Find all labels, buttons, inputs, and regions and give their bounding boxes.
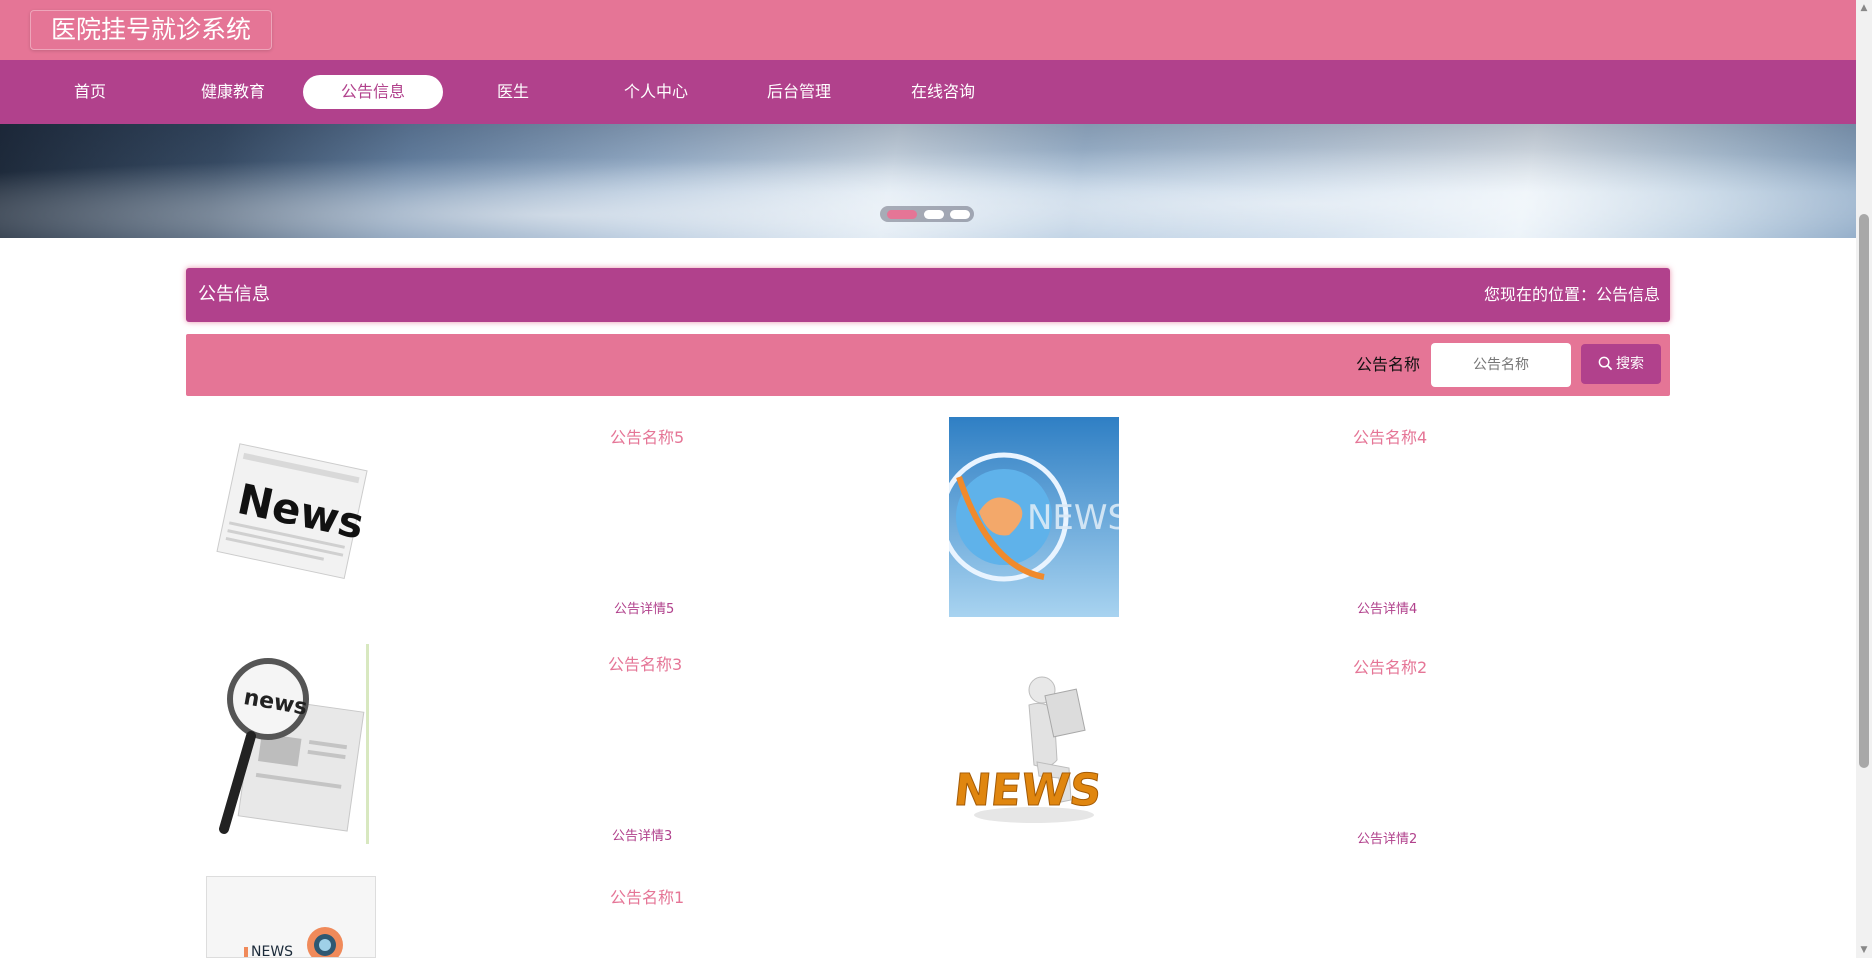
notice-detail-3: 公告详情3 <box>612 829 673 844</box>
carousel-dot-3[interactable] <box>950 210 970 219</box>
notice-image-1[interactable]: NEWS <box>206 876 376 958</box>
nav-item-admin[interactable]: 后台管理 <box>729 75 869 109</box>
nav-item-announcements[interactable]: 公告信息 <box>303 75 443 109</box>
figure-reading-news-icon: NEWS <box>951 676 1104 823</box>
breadcrumb: 您现在的位置：公告信息 <box>1483 285 1660 304</box>
main-nav: 首页 健康教育 公告信息 医生 个人中心 后台管理 在线咨询 <box>0 60 1856 124</box>
section-title-bar: 公告信息 您现在的位置：公告信息 <box>186 268 1670 322</box>
notice-detail-2: 公告详情2 <box>1357 832 1418 847</box>
scroll-thumb[interactable] <box>1859 214 1869 768</box>
svg-text:NEWS: NEWS <box>952 765 1104 816</box>
notice-image-4[interactable]: NEWS <box>949 417 1119 617</box>
notice-title-5[interactable]: 公告名称5 <box>610 424 684 448</box>
notice-title-3[interactable]: 公告名称3 <box>608 651 682 675</box>
banner-carousel <box>0 124 1856 238</box>
notice-detail-4: 公告详情4 <box>1357 602 1418 617</box>
nav-item-doctors[interactable]: 医生 <box>443 75 583 109</box>
nav-item-online-consult[interactable]: 在线咨询 <box>873 75 1013 109</box>
search-label: 公告名称 <box>1356 355 1421 374</box>
globe-news-icon: NEWS <box>949 417 1119 617</box>
scroll-up-arrow-icon[interactable]: ▲ <box>1856 0 1872 16</box>
newspaper-news-icon: News <box>216 443 368 580</box>
search-bar: 公告名称 搜索 <box>186 334 1670 396</box>
site-title[interactable]: 医院挂号就诊系统 <box>30 10 273 50</box>
carousel-dot-1[interactable] <box>887 210 917 219</box>
notice-image-3[interactable]: news <box>206 644 376 844</box>
notice-title-4[interactable]: 公告名称4 <box>1353 424 1427 448</box>
section-title: 公告信息 <box>198 284 270 305</box>
svg-text:NEWS: NEWS <box>251 944 293 958</box>
svg-text:NEWS: NEWS <box>1027 498 1119 538</box>
search-button-label: 搜索 <box>1616 356 1644 372</box>
notice-detail-5: 公告详情5 <box>614 602 675 617</box>
site-header: 医院挂号就诊系统 <box>0 0 1856 60</box>
notice-image-2[interactable]: NEWS <box>949 650 1119 850</box>
search-input[interactable] <box>1431 343 1571 387</box>
carousel-dot-2[interactable] <box>924 210 944 219</box>
carousel-indicators <box>880 206 974 222</box>
scroll-down-arrow-icon[interactable]: ▼ <box>1856 942 1872 958</box>
page: 医院挂号就诊系统 首页 健康教育 公告信息 医生 个人中心 后台管理 在线咨询 … <box>0 0 1856 958</box>
nav-item-health-education[interactable]: 健康教育 <box>163 75 303 109</box>
notice-title-1[interactable]: 公告名称1 <box>610 884 684 908</box>
notice-image-5[interactable]: News <box>206 416 376 616</box>
search-icon <box>1598 356 1613 371</box>
search-button[interactable]: 搜索 <box>1581 344 1661 384</box>
nav-item-home[interactable]: 首页 <box>20 75 160 109</box>
page-scrollbar[interactable]: ▲ ▼ <box>1856 0 1872 958</box>
magnifier-newspaper-icon: news <box>219 644 369 844</box>
notice-title-2[interactable]: 公告名称2 <box>1353 654 1427 678</box>
nav-item-personal-center[interactable]: 个人中心 <box>586 75 726 109</box>
news-logo-icon: NEWS <box>207 877 375 958</box>
